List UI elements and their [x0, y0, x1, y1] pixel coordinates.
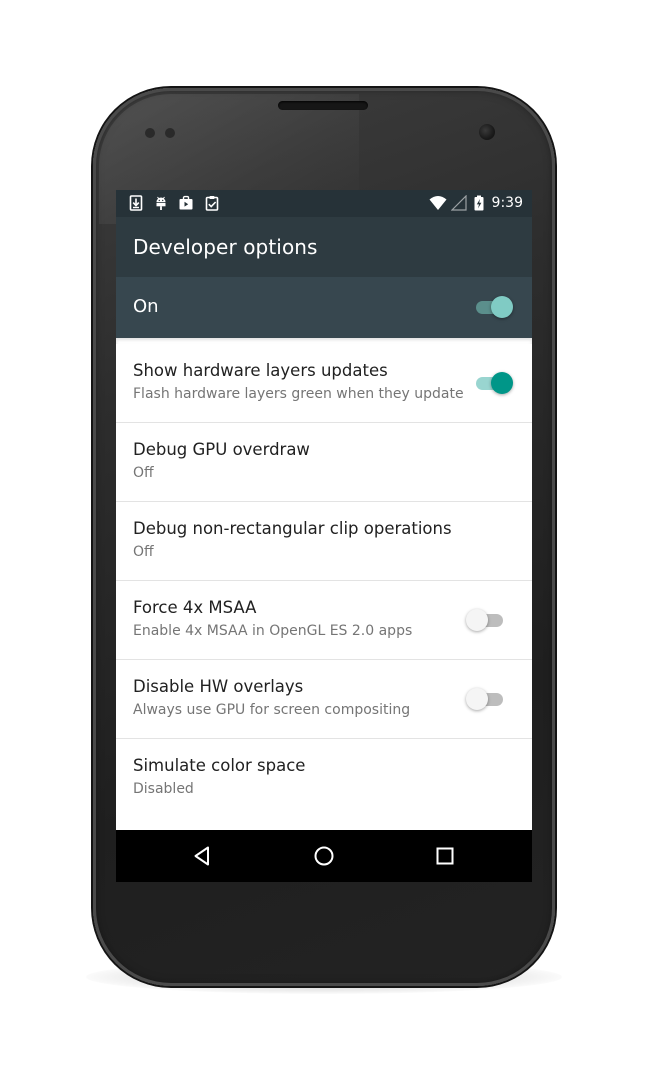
- clipboard-check-icon: [205, 196, 219, 211]
- setting-title: Force 4x MSAA: [133, 598, 257, 617]
- setting-force-4x-msaa[interactable]: Force 4x MSAA Enable 4x MSAA in OpenGL E…: [116, 581, 532, 660]
- setting-debug-gpu-overdraw[interactable]: Debug GPU overdraw Off: [116, 423, 532, 502]
- proximity-sensor: [145, 128, 155, 138]
- setting-simulate-color-space[interactable]: Simulate color space Disabled: [116, 739, 532, 818]
- status-bar: 9:39: [116, 190, 532, 217]
- page-title: Developer options: [133, 235, 318, 259]
- navigation-bar: [116, 830, 532, 882]
- force-msaa-toggle[interactable]: [466, 608, 506, 632]
- wifi-icon: [429, 196, 447, 210]
- home-icon[interactable]: [312, 844, 336, 868]
- front-camera: [479, 124, 495, 140]
- toggle-thumb: [466, 609, 488, 631]
- play-store-icon: [179, 195, 193, 210]
- setting-title: Show hardware layers updates: [133, 361, 388, 380]
- stage: 9:39 Developer options On Show hardware …: [0, 0, 648, 1080]
- download-icon: [129, 195, 143, 211]
- toggle-thumb: [491, 296, 513, 318]
- light-sensor: [165, 128, 175, 138]
- recents-icon[interactable]: [433, 844, 457, 868]
- android-debug-icon: [156, 196, 166, 210]
- toggle-thumb: [491, 372, 513, 394]
- setting-title: Simulate color space: [133, 756, 306, 775]
- setting-show-hardware-layers-updates[interactable]: Show hardware layers updates Flash hardw…: [116, 344, 532, 423]
- setting-title: Debug GPU overdraw: [133, 440, 310, 459]
- setting-summary: Always use GPU for screen compositing: [133, 702, 411, 718]
- setting-summary: Enable 4x MSAA in OpenGL ES 2.0 apps: [133, 623, 413, 639]
- setting-disable-hw-overlays[interactable]: Disable HW overlays Always use GPU for s…: [116, 660, 532, 739]
- hw-overlays-toggle[interactable]: [466, 687, 506, 711]
- screen: 9:39 Developer options On Show hardware …: [116, 190, 532, 882]
- app-bar: Developer options: [116, 217, 532, 277]
- master-switch-bar[interactable]: On: [116, 277, 532, 338]
- cell-signal-icon: [451, 195, 467, 211]
- settings-list: Show hardware layers updates Flash hardw…: [116, 344, 532, 818]
- setting-debug-clip-operations[interactable]: Debug non-rectangular clip operations Of…: [116, 502, 532, 581]
- earpiece-speaker: [278, 101, 368, 110]
- master-toggle[interactable]: [473, 295, 513, 319]
- setting-summary: Off: [133, 544, 154, 560]
- setting-summary: Flash hardware layers green when they up…: [133, 386, 464, 402]
- setting-summary: Disabled: [133, 781, 194, 797]
- master-switch-label: On: [133, 296, 159, 317]
- setting-title: Debug non-rectangular clip operations: [133, 519, 452, 538]
- toggle-thumb: [466, 688, 488, 710]
- battery-charging-icon: [474, 195, 484, 211]
- setting-title: Disable HW overlays: [133, 677, 304, 696]
- clock: 9:39: [491, 195, 523, 211]
- setting-summary: Off: [133, 465, 154, 481]
- back-icon[interactable]: [190, 844, 214, 868]
- hardware-layers-toggle[interactable]: [473, 371, 513, 395]
